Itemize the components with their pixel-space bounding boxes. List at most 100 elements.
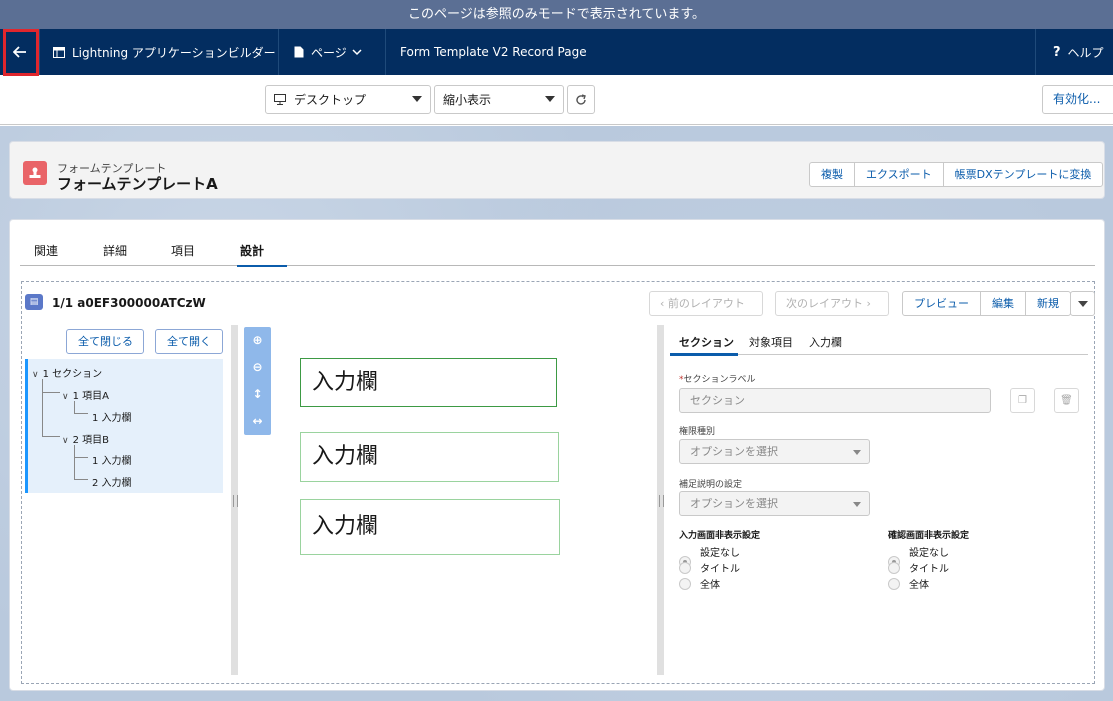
radio-unselected xyxy=(679,561,691,574)
input-hide-none-radio[interactable]: 設定なし xyxy=(679,544,740,568)
input-field-box[interactable]: 入力欄 xyxy=(300,358,557,407)
confirm-hide-none-radio[interactable]: 設定なし xyxy=(888,544,949,568)
tab-section[interactable]: セクション xyxy=(679,334,734,350)
caret-down-icon xyxy=(545,96,555,102)
trash-icon[interactable]: 🗑 xyxy=(1054,388,1079,413)
right-splitter[interactable] xyxy=(657,325,664,675)
tab-target-item[interactable]: 対象項目 xyxy=(749,334,793,350)
section-label-input[interactable]: セクション xyxy=(679,388,991,413)
collapse-all-button[interactable]: 全て閉じる xyxy=(66,329,144,354)
app-builder-title: Lightning アプリケーションビルダー xyxy=(40,29,279,75)
prev-layout-button[interactable]: ‹ 前のレイアウト xyxy=(649,291,763,316)
chevron-down-icon[interactable]: ∨ xyxy=(32,370,39,380)
design-record-title: 1/1 a0EF300000ATCzW xyxy=(52,296,206,310)
properties-panel: セクション 対象項目 入力欄 *セクションラベル セクション ❐ 🗑 権限種別 … xyxy=(670,325,1088,675)
tab-section-underline xyxy=(670,353,738,356)
record-title: フォームテンプレートA xyxy=(57,175,218,193)
new-button[interactable]: 新規 xyxy=(1026,292,1070,315)
input-hide-title: 入力画面非表示設定 xyxy=(679,531,761,541)
tree-node-label: 2 入力欄 xyxy=(92,478,132,489)
tab-items[interactable]: 項目 xyxy=(171,242,195,259)
app-builder-label: Lightning アプリケーションビルダー xyxy=(72,45,276,60)
more-actions-dropdown[interactable] xyxy=(1070,291,1095,316)
refresh-icon xyxy=(576,93,586,105)
builder-toolbar: デスクトップ 縮小表示 有効化... xyxy=(0,75,1113,125)
edit-button[interactable]: 編集 xyxy=(981,292,1026,315)
input-hide-title-radio[interactable]: タイトル xyxy=(679,560,740,575)
canvas-tools: ⊕ ⊖ ↕ ↔ xyxy=(244,327,271,435)
fit-height-icon[interactable]: ↕ xyxy=(244,381,271,408)
permission-select[interactable]: オプションを選択 xyxy=(679,439,870,464)
copy-icon[interactable]: ❐ xyxy=(1010,388,1035,413)
confirm-hide-all-radio[interactable]: 全体 xyxy=(888,576,929,591)
record-page-title: Form Template V2 Record Page xyxy=(386,29,1036,75)
permission-caption: 権限種別 xyxy=(679,427,716,437)
tree-node-section[interactable]: ∨ 1 セクション xyxy=(32,365,102,380)
back-button[interactable] xyxy=(0,29,40,75)
left-splitter[interactable] xyxy=(231,325,238,675)
tab-details[interactable]: 詳細 xyxy=(103,242,127,259)
convert-template-button[interactable]: 帳票DXテンプレートに変換 xyxy=(944,163,1103,186)
next-layout-button[interactable]: 次のレイアウト › xyxy=(775,291,889,316)
section-label-caption: *セクションラベル xyxy=(679,372,756,385)
next-layout-label: 次のレイアウト xyxy=(786,297,863,310)
zoom-out-icon[interactable]: ⊖ xyxy=(244,354,271,381)
properties-tabs: セクション 対象項目 入力欄 xyxy=(670,325,1088,356)
tree-node-item-a[interactable]: ∨ 1 項目A xyxy=(62,387,109,402)
arrow-left-icon xyxy=(12,46,26,58)
radio-label: 設定なし xyxy=(700,548,740,559)
expand-all-button[interactable]: 全て開く xyxy=(155,329,223,354)
record-header: フォームテンプレート フォームテンプレートA 複製 エクスポート 帳票DXテンプ… xyxy=(9,141,1105,199)
page-menu-button[interactable]: ページ xyxy=(279,29,386,75)
radio-unselected xyxy=(679,577,691,590)
zoom-select[interactable]: 縮小表示 xyxy=(434,85,564,114)
banner-text: このページは参照のみモードで表示されています。 xyxy=(407,7,706,22)
chevron-right-icon: › xyxy=(863,297,871,310)
tree-node-item-a-input[interactable]: 1 入力欄 xyxy=(92,409,132,424)
record-action-buttons: 複製 エクスポート 帳票DXテンプレートに変換 xyxy=(809,162,1104,187)
design-component[interactable]: ▤ 1/1 a0EF300000ATCzW ‹ 前のレイアウト 次のレイアウト … xyxy=(21,281,1095,684)
export-button[interactable]: エクスポート xyxy=(855,163,944,186)
radio-label: 全体 xyxy=(909,580,929,591)
tree-node-label: 1 入力欄 xyxy=(92,456,132,467)
activate-label: 有効化... xyxy=(1053,92,1101,106)
tree-node-item-b-input-2[interactable]: 2 入力欄 xyxy=(92,474,132,489)
tree-connector xyxy=(42,379,60,393)
device-select[interactable]: デスクトップ xyxy=(265,85,431,114)
prev-layout-label: 前のレイアウト xyxy=(667,297,745,310)
input-field-box[interactable]: 入力欄 xyxy=(300,432,559,482)
stamp-icon xyxy=(23,161,47,185)
read-only-banner: このページは参照のみモードで表示されています。 xyxy=(0,0,1113,29)
radio-unselected xyxy=(888,561,900,574)
tab-design[interactable]: 設計 xyxy=(240,242,264,259)
chevron-down-icon[interactable]: ∨ xyxy=(62,436,69,446)
input-hide-all-radio[interactable]: 全体 xyxy=(679,576,720,591)
activate-button[interactable]: 有効化... xyxy=(1042,85,1113,114)
clone-button[interactable]: 複製 xyxy=(810,163,855,186)
input-field-box[interactable]: 入力欄 xyxy=(300,499,560,555)
tab-design-underline xyxy=(237,265,287,267)
record-tabs: 関連 詳細 項目 設計 xyxy=(20,234,1095,267)
tab-related[interactable]: 関連 xyxy=(34,242,58,259)
tree-connector xyxy=(74,458,88,480)
tree-connector xyxy=(74,445,88,458)
confirm-hide-title: 確認画面非表示設定 xyxy=(888,531,970,541)
question-icon: ? xyxy=(1053,44,1061,60)
chevron-left-icon: ‹ xyxy=(660,297,668,310)
confirm-hide-title-radio[interactable]: タイトル xyxy=(888,560,949,575)
tree-node-item-b[interactable]: ∨ 2 項目B xyxy=(62,431,109,446)
fit-width-icon[interactable]: ↔ xyxy=(244,408,271,435)
radio-label: 設定なし xyxy=(909,548,949,559)
radio-label: タイトル xyxy=(909,564,949,575)
help-button[interactable]: ? ヘルプ xyxy=(1036,29,1113,75)
tree-node-item-b-input-1[interactable]: 1 入力欄 xyxy=(92,452,132,467)
radio-label: 全体 xyxy=(700,580,720,591)
zoom-in-icon[interactable]: ⊕ xyxy=(244,327,271,354)
tab-input-field[interactable]: 入力欄 xyxy=(809,334,842,350)
main-card: 関連 詳細 項目 設計 ▤ 1/1 a0EF300000ATCzW ‹ 前のレイ… xyxy=(9,219,1105,691)
record-page-title-text: Form Template V2 Record Page xyxy=(400,45,587,59)
refresh-button[interactable] xyxy=(567,85,595,114)
preview-button[interactable]: プレビュー xyxy=(903,292,981,315)
supplement-select[interactable]: オプションを選択 xyxy=(679,491,870,516)
chevron-down-icon[interactable]: ∨ xyxy=(62,392,69,402)
